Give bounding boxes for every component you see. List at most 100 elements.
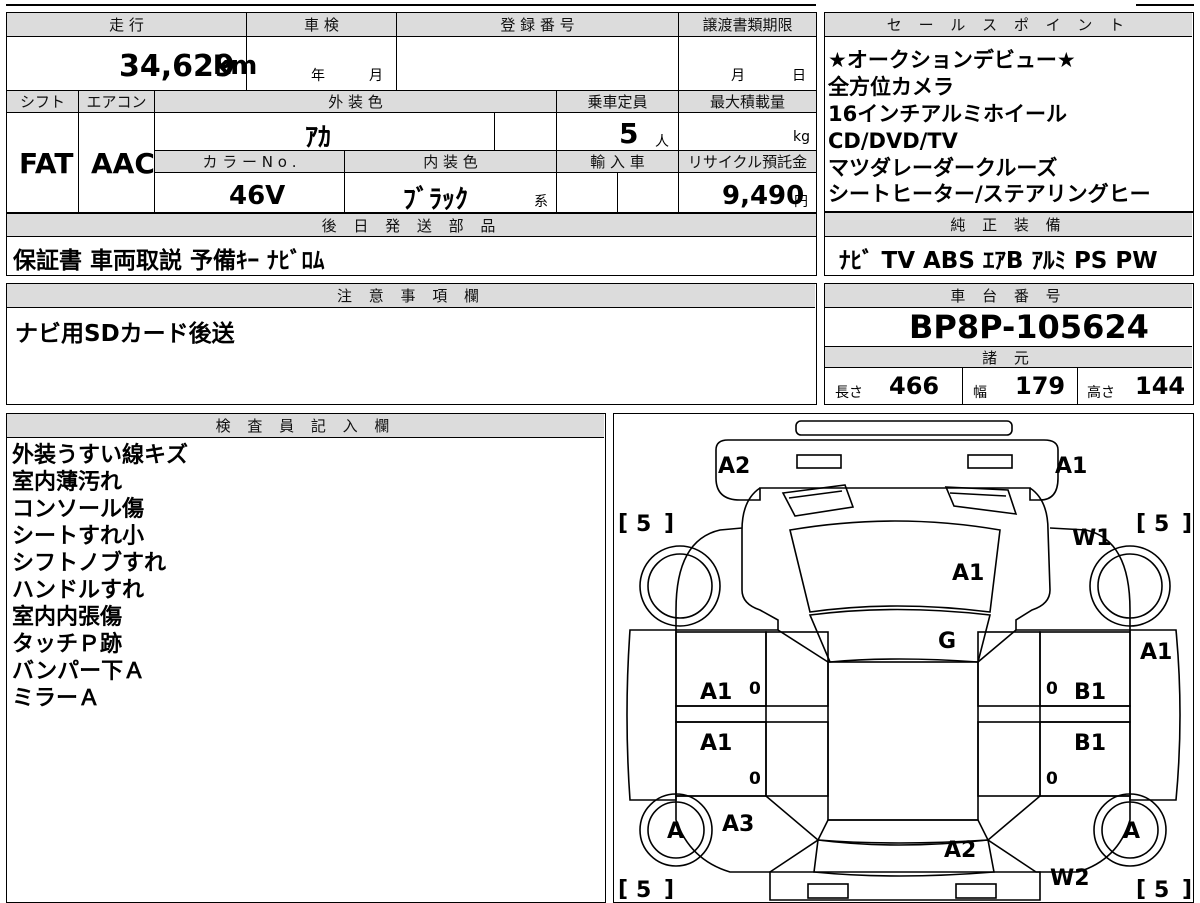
notes-value: ナビ用SDカード後送	[15, 321, 235, 347]
grille-right	[944, 485, 1017, 515]
import-cell-a	[557, 173, 618, 213]
recycle-unit: 円	[794, 194, 808, 210]
code-door-right-front: B1	[1074, 680, 1106, 705]
left-front-fender	[625, 628, 677, 801]
left-door-gap	[674, 704, 767, 723]
code-front-left: A2	[718, 454, 750, 479]
left-pillar-rear	[764, 720, 829, 797]
inspector-header: 検 査 員 記 入 欄	[7, 414, 604, 438]
tire-fl-close: ]	[664, 511, 674, 536]
right-door-gap	[1038, 704, 1131, 723]
sales-points-header: セ ー ル ス ポ イ ン ト	[825, 13, 1192, 37]
transfer-month: 月	[731, 68, 745, 84]
capacity-value: 5	[619, 117, 639, 150]
interior-color-header: 内 装 色	[345, 151, 557, 173]
grille-right-inner	[949, 491, 1006, 497]
registration-cell	[397, 37, 679, 91]
car-diagram: 0 0 0 0 [ 5 ] [ 5 ] [ 5 ] [ 5 ] A2 A1 W1…	[618, 419, 1192, 903]
recycle-value: 9,490	[722, 181, 805, 211]
mileage-header: 走 行	[7, 13, 247, 37]
inspector-note-1: 外装うすい線キズ	[12, 443, 189, 468]
code-front-right: A1	[1055, 454, 1087, 479]
max-load-header: 最大積載量	[679, 91, 816, 113]
notes-box: 注 意 事 項 欄 ナビ用SDカード後送	[6, 283, 817, 405]
exterior-color-value: ｱｶ	[305, 123, 332, 153]
front-bumper	[714, 438, 1059, 501]
door-zero-rr: 0	[1046, 769, 1058, 789]
transfer-day: 日	[792, 68, 806, 84]
registration-header: 登 録 番 号	[397, 13, 679, 37]
interior-suffix: 系	[534, 194, 548, 210]
inspector-note-3: コンソール傷	[12, 497, 145, 522]
tire-rr-value: 5	[1154, 878, 1169, 903]
chassis-box: 車 台 番 号 BP8P-105624 諸 元 長さ 466 幅 179 高さ …	[824, 283, 1194, 405]
specs-divider-2	[1077, 368, 1078, 404]
sales-point-5: マツダレーダークルーズ	[828, 156, 1058, 180]
tire-rl-close: ]	[664, 877, 674, 902]
code-hood: A1	[952, 561, 984, 586]
rear-lamp-right	[954, 882, 997, 899]
later-parts-value: 保証書 車両取説 予備ｷｰ ﾅﾋﾞﾛﾑ	[13, 248, 325, 274]
chassis-value: BP8P-105624	[909, 308, 1149, 346]
width-label: 幅	[973, 385, 987, 401]
length-label: 長さ	[835, 385, 863, 401]
tire-fr-open: [	[1136, 511, 1146, 536]
inspector-note-2: 室内薄汚れ	[12, 470, 123, 495]
right-pillar-rear	[976, 720, 1041, 797]
tire-rr-open: [	[1136, 877, 1146, 902]
inspector-note-6: ハンドルすれ	[12, 578, 145, 603]
specs-divider-1	[962, 368, 963, 404]
wheel-front-left-outer	[638, 544, 721, 627]
capacity-header: 乗車定員	[557, 91, 679, 113]
code-rear-quarter-left: A3	[722, 812, 754, 837]
aircon-value: AAC	[91, 147, 155, 180]
headlight-right	[966, 453, 1013, 469]
height-label: 高さ	[1087, 385, 1115, 401]
right-pillar-front	[976, 630, 1041, 707]
code-wheel-front-right: W1	[1072, 526, 1112, 551]
inspector-note-5: シフトノブすれ	[12, 551, 167, 576]
max-load-unit: kg	[793, 129, 810, 145]
tire-fr-close: ]	[1182, 511, 1192, 536]
right-mirror	[976, 628, 1017, 663]
code-wheel-rear-left: A	[667, 819, 684, 844]
tire-fr-value: 5	[1154, 512, 1169, 537]
exterior-color-extra-cell	[495, 113, 557, 151]
body-outline	[674, 486, 779, 631]
code-door-right-rear: B1	[1074, 731, 1106, 756]
transfer-deadline-header: 譲渡書類期限	[679, 13, 816, 37]
tire-fl-value: 5	[636, 512, 651, 537]
inspector-note-7: 室内内張傷	[12, 605, 123, 630]
sales-point-1: ★オークションデビュー★	[828, 48, 1076, 72]
shift-value: FAT	[19, 147, 74, 180]
shift-header: シフト	[7, 91, 79, 113]
door-zero-lr: 0	[749, 769, 761, 789]
tire-fl-open: [	[618, 511, 628, 536]
mileage-unit: km	[213, 51, 258, 81]
sales-point-6: シートヒーター/ステアリングヒー	[828, 182, 1151, 206]
roof	[826, 660, 979, 821]
color-no-header: カ ラ ー N o .	[155, 151, 345, 173]
sales-points-box: セ ー ル ス ポ イ ン ト ★オークションデビュー★ 全方位カメラ 16イン…	[824, 12, 1194, 212]
front-bumper-bar	[794, 419, 1013, 436]
sales-point-2: 全方位カメラ	[828, 75, 954, 99]
top-strip-line-right	[1136, 4, 1194, 6]
sales-point-3: 16インチアルミホイール	[828, 102, 1068, 126]
inspection-month: 月	[369, 68, 383, 84]
sales-point-4: CD/DVD/TV	[828, 129, 958, 153]
headlight-left	[795, 453, 842, 469]
code-door-left-front: A1	[700, 680, 732, 705]
code-trunk: A2	[944, 838, 976, 863]
door-zero-lf: 0	[749, 679, 761, 699]
interior-color-value: ﾌﾞﾗｯｸ	[403, 185, 469, 215]
later-parts-header: 後 日 発 送 部 品	[7, 213, 816, 237]
car-diagram-box: 0 0 0 0 [ 5 ] [ 5 ] [ 5 ] [ 5 ] A2 A1 W1…	[613, 413, 1194, 903]
top-strip-line	[6, 4, 816, 6]
recycle-header: リサイクル預託金	[679, 151, 816, 173]
tire-rl-value: 5	[636, 878, 651, 903]
color-no-value: 46V	[229, 181, 286, 211]
door-zero-rf: 0	[1046, 679, 1058, 699]
genuine-equipment-box: 純 正 装 備 ﾅﾋﾞ TV ABS ｴｱB ｱﾙﾐ PS PW	[824, 212, 1194, 276]
windshield	[808, 608, 991, 663]
code-door-left-rear: A1	[700, 731, 732, 756]
